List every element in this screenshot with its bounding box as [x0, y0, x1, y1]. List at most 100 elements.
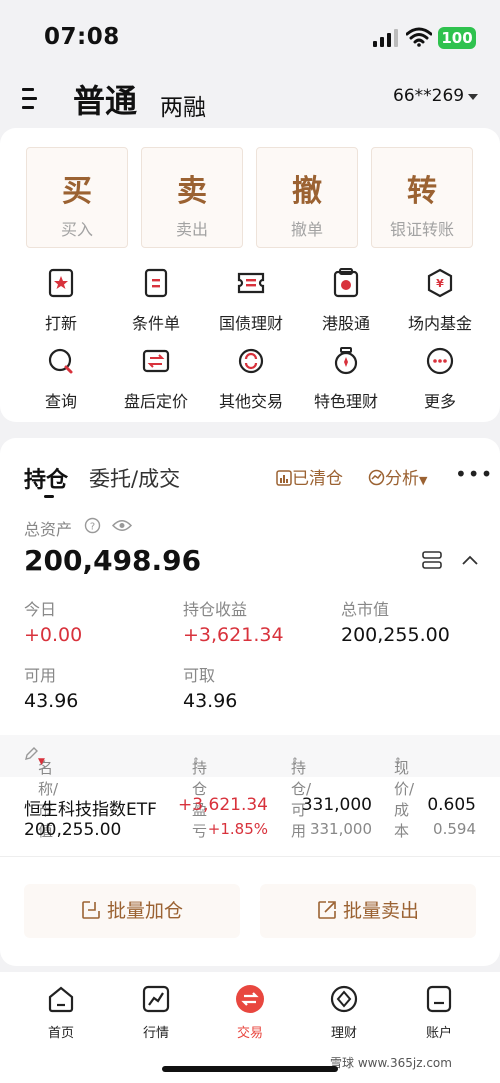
more-icon — [426, 347, 454, 375]
cancel-glyph: 撤 — [292, 174, 322, 209]
pnl-label: 持仓收益 — [183, 600, 248, 619]
chart-bars-icon — [276, 470, 292, 486]
table-row[interactable]: 恒生科技指数ETF 200,255.00 +3,621.34 +1.85% 33… — [0, 777, 500, 857]
eye-icon[interactable] — [112, 518, 132, 533]
batch-sell-button[interactable]: 批量卖出 — [260, 884, 476, 938]
svg-text:¥: ¥ — [436, 277, 444, 290]
tab-market[interactable]: 行情 — [121, 984, 191, 1041]
pnl-value: +3,621.34 — [183, 624, 284, 646]
after-hours-icon — [142, 349, 170, 373]
func-after-hours[interactable]: 盘后定价 — [106, 346, 206, 412]
bank-transfer-button[interactable]: 转 银证转账 — [371, 147, 473, 248]
watermark: 雪球 www.365jz.com — [330, 1056, 452, 1070]
wifi-icon — [406, 27, 432, 47]
func-after-hours-label: 盘后定价 — [123, 392, 188, 411]
func-condition-order[interactable]: 条件单 — [106, 268, 206, 334]
sell-button[interactable]: 卖 卖出 — [141, 147, 243, 248]
menu-icon[interactable] — [22, 88, 44, 112]
svg-text:?: ? — [90, 522, 95, 533]
tab-trade-label: 交易 — [236, 1026, 263, 1041]
row-price: 0.605 — [427, 795, 476, 815]
total-assets-label: 总资产 — [24, 520, 73, 539]
total-assets-value: 200,498.96 — [24, 544, 202, 577]
holdings-card: 持仓 委托/成交 已清仓 分析▼ ••• 总资产 ? 200,498.96 今日… — [0, 438, 500, 966]
tab-wealth[interactable]: 理财 — [309, 984, 379, 1041]
condition-order-icon — [144, 268, 168, 298]
func-exchange-fund-label: 场内基金 — [407, 314, 472, 333]
today-label: 今日 — [24, 600, 57, 619]
row-available: 331,000 — [309, 820, 372, 838]
transfer-glyph: 转 — [407, 174, 437, 209]
market-icon — [142, 985, 170, 1013]
wealth-icon — [330, 985, 358, 1013]
analysis-icon — [368, 469, 385, 486]
chevron-down-icon[interactable] — [468, 94, 478, 100]
today-value: +0.00 — [24, 624, 83, 646]
more-options-icon[interactable]: ••• — [455, 462, 493, 486]
tab-account[interactable]: 账户 — [404, 984, 474, 1041]
func-exchange-fund[interactable]: ¥ 场内基金 — [390, 268, 490, 334]
home-icon — [48, 986, 74, 1013]
tab-market-label: 行情 — [142, 1026, 169, 1041]
func-featured-finance-label: 特色理财 — [313, 392, 378, 411]
column-name[interactable]: 名称/市值 ▼ — [24, 746, 58, 840]
func-more[interactable]: 更多 — [390, 346, 490, 412]
tab-margin[interactable]: 两融 — [160, 88, 206, 122]
list-toggle-icon[interactable] — [422, 550, 442, 570]
sell-label: 卖出 — [175, 220, 208, 239]
withdrawable-value: 43.96 — [183, 690, 238, 712]
analysis-button[interactable]: 分析▼ — [368, 464, 427, 489]
tab-active-indicator — [44, 495, 54, 498]
tab-home[interactable]: 首页 — [26, 984, 96, 1041]
func-ipo[interactable]: 打新 — [11, 268, 111, 334]
func-query[interactable]: 查询 — [11, 346, 111, 412]
cancel-label: 撤单 — [290, 220, 323, 239]
market-value-label: 总市值 — [341, 600, 390, 619]
func-bond-finance-label: 国债理财 — [218, 314, 283, 333]
hk-connect-icon — [333, 268, 359, 298]
transfer-label: 银证转账 — [389, 220, 454, 239]
top-header: 普通 两融 66**269 — [0, 72, 500, 128]
batch-add-button[interactable]: 批量加仓 — [24, 884, 240, 938]
func-more-label: 更多 — [423, 392, 456, 411]
trade-card: 买 买入 卖 卖出 撤 撤单 转 银证转账 打新 条件单 国债理财 港股通 ¥ … — [0, 128, 500, 422]
buy-glyph: 买 — [62, 174, 92, 209]
func-hk-connect-label: 港股通 — [321, 314, 370, 333]
func-query-label: 查询 — [44, 392, 77, 411]
exchange-fund-icon: ¥ — [427, 268, 453, 298]
row-position: 331,000 — [301, 795, 372, 815]
cancel-order-button[interactable]: 撤 撤单 — [256, 147, 358, 248]
tab-normal[interactable]: 普通 — [73, 76, 137, 122]
edit-icon — [25, 747, 38, 760]
func-ipo-label: 打新 — [44, 314, 77, 333]
func-featured-finance[interactable]: 特色理财 — [296, 346, 396, 412]
batch-sell-icon — [318, 901, 336, 919]
func-condition-order-label: 条件单 — [131, 314, 180, 333]
cleared-label: 已清仓 — [292, 469, 343, 489]
caret-down-icon: ▼ — [419, 474, 428, 487]
batch-sell-label: 批量卖出 — [343, 900, 420, 922]
chevron-up-icon[interactable] — [461, 554, 479, 566]
func-bond-finance[interactable]: 国债理财 — [201, 268, 301, 334]
tab-account-label: 账户 — [425, 1026, 452, 1041]
tab-orders[interactable]: 委托/成交 — [89, 463, 180, 493]
func-hk-connect[interactable]: 港股通 — [296, 268, 396, 334]
sell-glyph: 卖 — [177, 174, 207, 209]
account-selector[interactable]: 66**269 — [393, 86, 464, 106]
trade-icon — [236, 985, 264, 1013]
row-pnl-pct: +1.85% — [207, 820, 268, 838]
analysis-label: 分析 — [385, 469, 419, 489]
table-header: 名称/市值 ▼ 持仓盈亏 ⇕ 持仓/可用 ⇕ 现价/成本 ⇕ — [0, 735, 500, 840]
tab-positions[interactable]: 持仓 — [24, 462, 68, 494]
help-icon[interactable]: ? — [84, 517, 101, 534]
buy-label: 买入 — [60, 220, 93, 239]
batch-add-label: 批量加仓 — [107, 900, 184, 922]
sort-icon: ⇕ — [192, 757, 200, 767]
sort-icon: ⇕ — [394, 757, 402, 767]
home-indicator[interactable] — [162, 1066, 338, 1072]
func-other-trade[interactable]: 其他交易 — [201, 346, 301, 412]
buy-button[interactable]: 买 买入 — [26, 147, 128, 248]
tab-trade[interactable]: 交易 — [215, 984, 285, 1041]
cleared-positions-button[interactable]: 已清仓 — [276, 464, 343, 489]
row-cost: 0.594 — [433, 820, 476, 838]
